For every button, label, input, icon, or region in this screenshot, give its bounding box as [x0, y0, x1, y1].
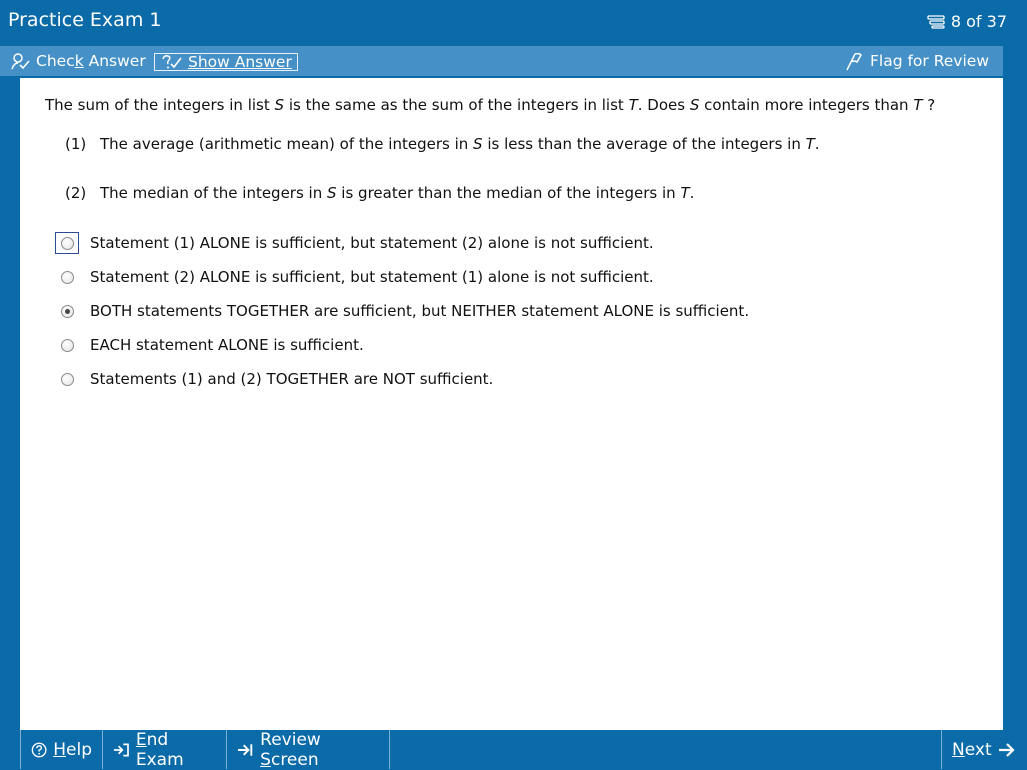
answer-choice-a[interactable]: Statement (1) ALONE is sufficient, but s…	[55, 231, 654, 255]
radio-button-b[interactable]	[60, 270, 74, 284]
answer-choice-b[interactable]: Statement (2) ALONE is sufficient, but s…	[55, 265, 654, 289]
title-bar: Practice Exam 1 8 of 37	[0, 0, 1027, 44]
answer-choice-a-label: Statement (1) ALONE is sufficient, but s…	[90, 234, 654, 252]
statement-1: (1) The average (arithmetic mean) of the …	[65, 135, 820, 153]
exam-title: Practice Exam 1	[8, 9, 162, 31]
review-screen-button[interactable]: Review Screen	[227, 729, 390, 770]
question-list-icon	[927, 14, 945, 29]
check-answer-label: Check Answer	[36, 52, 146, 70]
end-exam-label: End Exam	[135, 729, 184, 770]
question-stem: The sum of the integers in list S is the…	[45, 96, 936, 114]
question-panel: The sum of the integers in list S is the…	[20, 78, 1003, 730]
help-button[interactable]: Help	[20, 730, 103, 769]
review-screen-label: Review Screen	[260, 729, 321, 770]
question-progress: 8 of 37	[927, 12, 1007, 31]
answer-choice-e-label: Statements (1) and (2) TOGETHER are NOT …	[90, 370, 494, 388]
help-icon	[31, 742, 47, 757]
next-label: Next	[952, 739, 992, 760]
bottom-bar: Help End Exam Review Screen Next	[20, 729, 1027, 770]
review-screen-icon	[237, 743, 253, 756]
show-answer-button[interactable]: Show Answer	[154, 53, 298, 71]
answer-choice-b-label: Statement (2) ALONE is sufficient, but s…	[90, 268, 654, 286]
statement-2: (2) The median of the integers in S is gr…	[65, 184, 695, 202]
next-arrow-icon	[998, 742, 1015, 757]
progress-text: 8 of 37	[950, 12, 1007, 31]
radio-focus-ring	[55, 232, 79, 254]
show-answer-icon	[162, 55, 182, 69]
end-exam-icon	[113, 743, 129, 756]
radio-button-d[interactable]	[60, 338, 74, 352]
answer-choice-d-label: EACH statement ALONE is sufficient.	[90, 336, 364, 354]
answer-choice-d[interactable]: EACH statement ALONE is sufficient.	[55, 333, 364, 357]
toolbar: Check Answer Show Answer Flag for Review	[0, 46, 1003, 76]
show-answer-label: S	[188, 53, 198, 71]
flag-icon	[846, 52, 862, 71]
flag-for-review-button[interactable]: Flag for Review	[844, 46, 989, 76]
radio-button-a[interactable]	[60, 236, 74, 250]
answer-choice-e[interactable]: Statements (1) and (2) TOGETHER are NOT …	[55, 367, 493, 391]
radio-button-e[interactable]	[60, 372, 74, 386]
show-answer-label-rest: how Answer	[197, 53, 292, 71]
end-exam-button[interactable]: End Exam	[103, 729, 227, 770]
radio-button-c[interactable]	[60, 304, 74, 318]
help-label: Help	[53, 739, 92, 760]
check-answer-icon	[11, 53, 30, 70]
check-answer-button[interactable]: Check Answer	[10, 46, 146, 76]
next-button[interactable]: Next	[941, 730, 1027, 769]
answer-choice-c[interactable]: BOTH statements TOGETHER are sufficient,…	[55, 299, 749, 323]
answer-choice-c-label: BOTH statements TOGETHER are sufficient,…	[90, 302, 750, 320]
flag-for-review-label: Flag for Review	[869, 52, 989, 70]
